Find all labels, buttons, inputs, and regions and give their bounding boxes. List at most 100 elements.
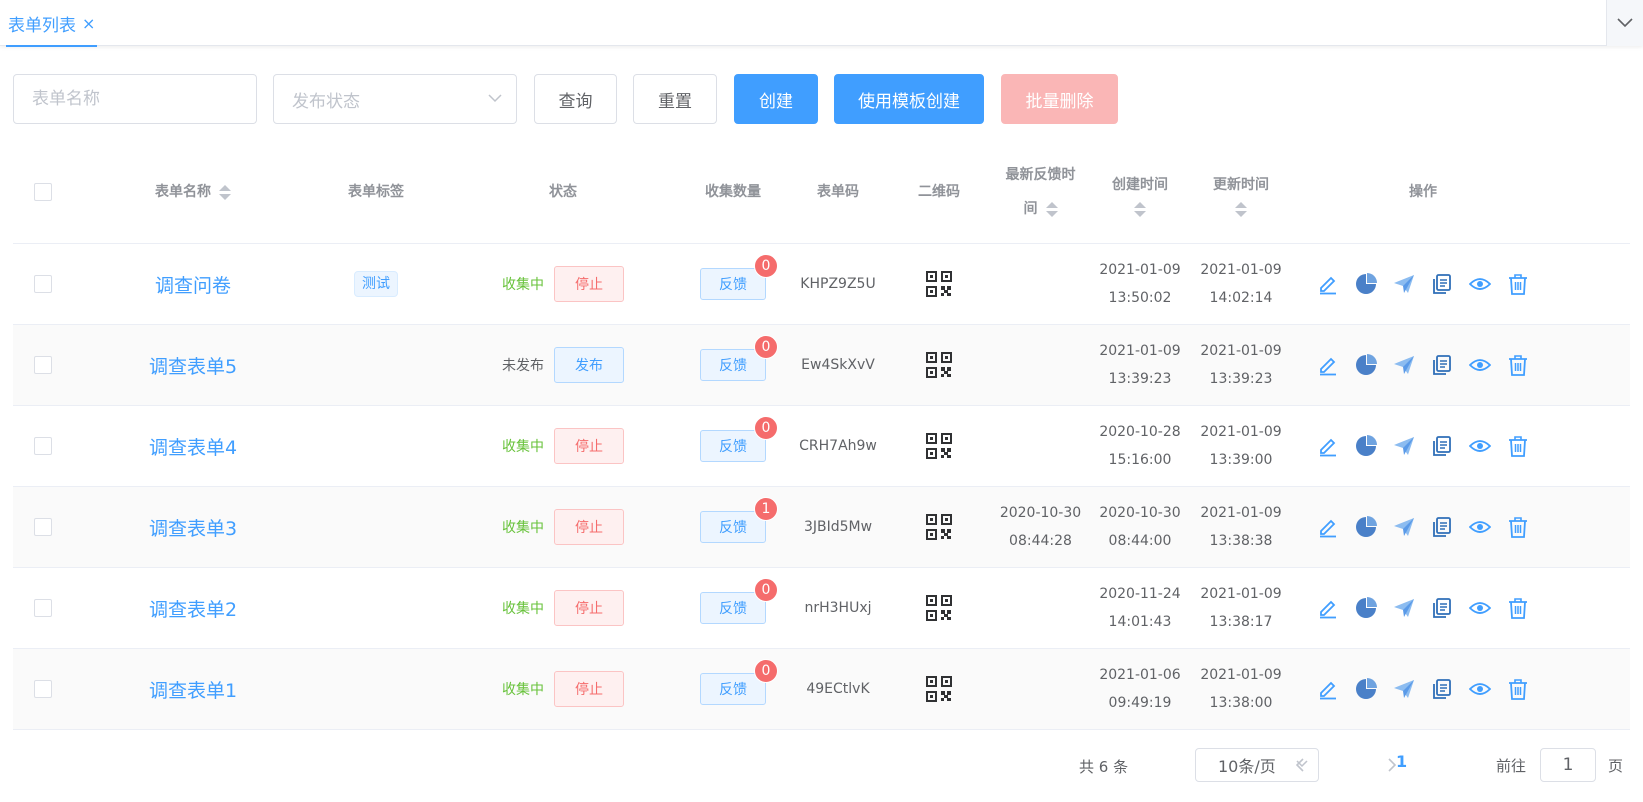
edit-icon[interactable] <box>1317 597 1339 619</box>
sort-icon[interactable] <box>1235 201 1247 217</box>
updated-time: 14:02:14 <box>1209 290 1273 306</box>
next-page-button[interactable] <box>1380 752 1404 778</box>
pie-chart-icon[interactable] <box>1355 435 1377 457</box>
edit-icon[interactable] <box>1317 273 1339 295</box>
select-all-cell <box>13 140 73 244</box>
header-updated[interactable]: 更新时间 <box>1191 140 1291 244</box>
send-icon[interactable] <box>1393 597 1415 619</box>
updated-time: 13:38:00 <box>1209 695 1273 711</box>
qrcode-icon[interactable] <box>926 352 952 378</box>
table-row: 调查表单1 收集中 停止 反馈 0 49ECtlvK 2021-01-06 09… <box>13 649 1630 730</box>
form-name-input[interactable] <box>32 89 238 109</box>
send-icon[interactable] <box>1393 678 1415 700</box>
sort-icon[interactable] <box>219 184 231 200</box>
send-icon[interactable] <box>1393 435 1415 457</box>
query-button[interactable]: 查询 <box>534 74 617 124</box>
qrcode-icon[interactable] <box>926 271 952 297</box>
row-checkbox[interactable] <box>34 680 52 698</box>
form-name-link[interactable]: 调查表单3 <box>149 514 237 541</box>
status-action-button[interactable]: 停止 <box>554 590 624 626</box>
qrcode-icon[interactable] <box>926 676 952 702</box>
row-checkbox[interactable] <box>34 437 52 455</box>
form-name-search-field[interactable] <box>13 74 257 124</box>
row-select-cell <box>13 325 73 405</box>
copy-icon[interactable] <box>1431 435 1453 457</box>
send-icon[interactable] <box>1393 354 1415 376</box>
trash-icon[interactable] <box>1507 354 1529 376</box>
form-name-link[interactable]: 调查问卷 <box>155 271 231 298</box>
select-all-checkbox[interactable] <box>34 183 52 201</box>
publish-status-select[interactable]: 发布状态 <box>273 74 517 124</box>
edit-icon[interactable] <box>1317 435 1339 457</box>
row-checkbox[interactable] <box>34 599 52 617</box>
pie-chart-icon[interactable] <box>1355 516 1377 538</box>
form-name-link[interactable]: 调查表单5 <box>149 352 237 379</box>
row-checkbox[interactable] <box>34 356 52 374</box>
status-action-button[interactable]: 停止 <box>554 671 624 707</box>
status-action-button[interactable]: 停止 <box>554 428 624 464</box>
header-created[interactable]: 创建时间 <box>1090 140 1190 244</box>
qrcode-icon[interactable] <box>926 595 952 621</box>
ops-cell <box>1318 244 1528 324</box>
header-form-name[interactable]: 表单名称 <box>113 140 273 244</box>
send-icon[interactable] <box>1393 273 1415 295</box>
form-name-link[interactable]: 调查表单2 <box>149 595 237 622</box>
chevron-down-icon <box>488 94 502 103</box>
row-checkbox[interactable] <box>34 518 52 536</box>
eye-icon[interactable] <box>1469 597 1491 619</box>
goto-page-input[interactable] <box>1540 748 1596 782</box>
status-action-button[interactable]: 发布 <box>554 347 624 383</box>
pie-chart-icon[interactable] <box>1355 273 1377 295</box>
tab-form-list[interactable]: 表单列表 × <box>6 0 98 47</box>
copy-icon[interactable] <box>1431 516 1453 538</box>
sort-icon[interactable] <box>1045 201 1058 217</box>
qrcode-icon[interactable] <box>926 433 952 459</box>
reset-button[interactable]: 重置 <box>633 74 717 124</box>
eye-icon[interactable] <box>1469 273 1491 295</box>
copy-icon[interactable] <box>1431 273 1453 295</box>
eye-icon[interactable] <box>1469 354 1491 376</box>
edit-icon[interactable] <box>1317 354 1339 376</box>
edit-icon[interactable] <box>1317 516 1339 538</box>
pie-chart-icon[interactable] <box>1355 597 1377 619</box>
created-cell: 2020-10-30 08:44:00 <box>1090 487 1190 567</box>
status-action-button[interactable]: 停止 <box>554 509 624 545</box>
create-button[interactable]: 创建 <box>734 74 818 124</box>
trash-icon[interactable] <box>1507 597 1529 619</box>
close-icon[interactable]: × <box>82 14 95 33</box>
table-row: 调查表单4 收集中 停止 反馈 0 CRH7Ah9w 2020-10-28 15… <box>13 406 1630 487</box>
copy-icon[interactable] <box>1431 597 1453 619</box>
qrcode-icon[interactable] <box>926 514 952 540</box>
edit-icon[interactable] <box>1317 678 1339 700</box>
status-action-button[interactable]: 停止 <box>554 266 624 302</box>
table-body: 调查问卷 测试 收集中 停止 反馈 0 KHPZ9Z5U 2021-01-09 … <box>13 244 1630 730</box>
last-feedback-cell <box>988 568 1093 648</box>
pie-chart-icon[interactable] <box>1355 678 1377 700</box>
create-from-template-button[interactable]: 使用模板创建 <box>834 74 984 124</box>
eye-icon[interactable] <box>1469 678 1491 700</box>
trash-icon[interactable] <box>1507 435 1529 457</box>
prev-page-button[interactable] <box>1288 752 1312 778</box>
created-date: 2020-11-24 <box>1099 586 1181 602</box>
created-time: 15:16:00 <box>1108 452 1172 468</box>
trash-icon[interactable] <box>1507 273 1529 295</box>
header-status: 状态 <box>483 140 643 244</box>
eye-icon[interactable] <box>1469 435 1491 457</box>
tab-dropdown-button[interactable] <box>1606 0 1643 46</box>
ops-cell <box>1318 325 1528 405</box>
header-form-tag: 表单标签 <box>296 140 456 244</box>
pie-chart-icon[interactable] <box>1355 354 1377 376</box>
sort-icon[interactable] <box>1134 201 1146 217</box>
copy-icon[interactable] <box>1431 678 1453 700</box>
form-name-link[interactable]: 调查表单4 <box>149 433 237 460</box>
eye-icon[interactable] <box>1469 516 1491 538</box>
trash-icon[interactable] <box>1507 516 1529 538</box>
trash-icon[interactable] <box>1507 678 1529 700</box>
header-last-feedback[interactable]: 最新反馈时 间 <box>988 140 1093 244</box>
send-icon[interactable] <box>1393 516 1415 538</box>
copy-icon[interactable] <box>1431 354 1453 376</box>
batch-delete-button[interactable]: 批量删除 <box>1001 74 1118 124</box>
updated-cell: 2021-01-09 13:38:00 <box>1191 649 1291 729</box>
form-name-link[interactable]: 调查表单1 <box>149 676 237 703</box>
row-checkbox[interactable] <box>34 275 52 293</box>
